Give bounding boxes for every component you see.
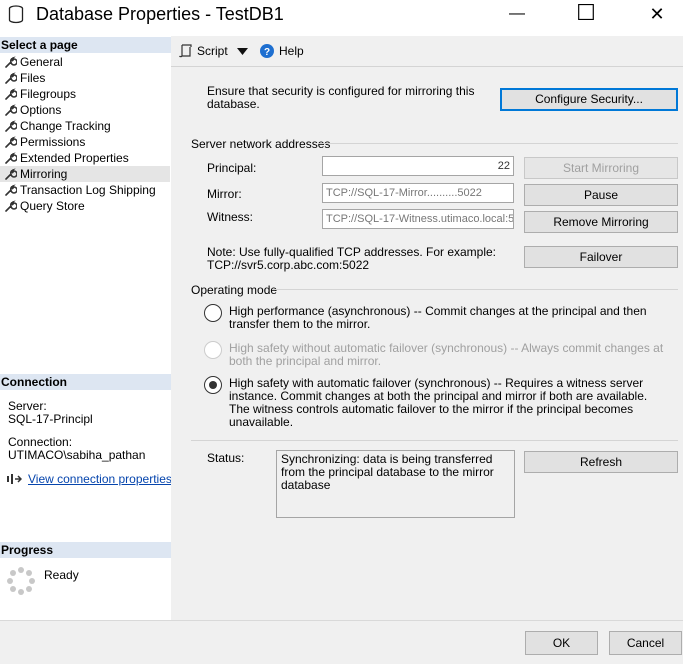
page-item-mirroring[interactable]: Mirroring: [0, 166, 170, 182]
page-item-query-store[interactable]: Query Store: [0, 198, 170, 214]
script-button[interactable]: Script: [197, 44, 228, 58]
status-label: Status:: [207, 451, 245, 465]
page-item-files[interactable]: Files: [0, 70, 170, 86]
page-item-permissions[interactable]: Permissions: [0, 134, 170, 150]
witness-field[interactable]: TCP://SQL-17-Witness.utimaco.local:5022: [322, 209, 514, 229]
wrench-icon: [5, 168, 17, 180]
page-item-general[interactable]: General: [0, 54, 170, 70]
operating-mode-radio-2[interactable]: [204, 341, 222, 359]
wrench-icon: [5, 200, 17, 212]
page-item-label: Permissions: [20, 135, 86, 149]
help-icon[interactable]: ?: [260, 44, 274, 58]
window-title: Database Properties - TestDB1: [36, 4, 284, 24]
tcp-note-line2: TCP://svr5.corp.abc.com:5022: [207, 258, 370, 272]
operating-mode-radio-3[interactable]: [204, 376, 222, 394]
principal-field[interactable]: 22: [322, 156, 514, 176]
mirror-label: Mirror:: [207, 187, 242, 201]
configure-security-button[interactable]: Configure Security...: [500, 88, 678, 111]
server-value: SQL-17-Principl: [8, 412, 93, 426]
pause-button[interactable]: Pause: [524, 184, 678, 206]
page-item-change-tracking[interactable]: Change Tracking: [0, 118, 170, 134]
progress-status: Ready: [44, 568, 79, 582]
server-network-addresses-heading: Server network addresses: [191, 137, 331, 151]
wrench-icon: [5, 56, 17, 68]
refresh-button[interactable]: Refresh: [524, 451, 678, 473]
select-page-header: Select a page: [0, 37, 171, 53]
page-item-extended-properties[interactable]: Extended Properties: [0, 150, 170, 166]
page-item-transaction-log-shipping[interactable]: Transaction Log Shipping: [0, 182, 170, 198]
page-item-label: Filegroups: [20, 87, 77, 101]
page-item-filegroups[interactable]: Filegroups: [0, 86, 170, 102]
svg-text:?: ?: [264, 47, 270, 58]
witness-label: Witness:: [207, 210, 254, 224]
page-item-label: General: [20, 55, 63, 69]
progress-header: Progress: [0, 542, 171, 558]
operating-mode-radio-1[interactable]: [204, 304, 222, 322]
database-icon: [8, 5, 24, 24]
maximize-button[interactable]: ☐: [563, 0, 609, 30]
divider: [191, 440, 678, 441]
close-button[interactable]: ✕: [634, 0, 680, 30]
page-item-label: Change Tracking: [20, 119, 111, 133]
connection-header: Connection: [0, 374, 171, 390]
divider: [272, 289, 678, 290]
script-dropdown-icon[interactable]: [237, 48, 248, 55]
minimize-button[interactable]: —: [494, 0, 540, 30]
wrench-icon: [5, 72, 17, 84]
page-item-label: Files: [20, 71, 46, 85]
operating-mode-heading: Operating mode: [191, 283, 278, 297]
ok-button[interactable]: OK: [525, 631, 598, 655]
page-item-label: Options: [20, 103, 62, 117]
operating-mode-label-3: High safety with automatic failover (syn…: [229, 376, 648, 429]
wrench-icon: [5, 152, 17, 164]
remove-mirroring-button[interactable]: Remove Mirroring: [524, 211, 678, 233]
wrench-icon: [5, 120, 17, 132]
wrench-icon: [5, 184, 17, 196]
connection-value: UTIMACO\sabiha_pathan: [8, 448, 146, 462]
page-item-label: Extended Properties: [20, 151, 129, 165]
wrench-icon: [5, 104, 17, 116]
script-icon[interactable]: [179, 44, 193, 58]
help-button[interactable]: Help: [279, 44, 304, 58]
wrench-icon: [5, 136, 17, 148]
principal-label: Principal:: [207, 161, 257, 175]
page-item-label: Query Store: [20, 199, 85, 213]
page-item-label: Mirroring: [20, 167, 68, 181]
cancel-button[interactable]: Cancel: [609, 631, 682, 655]
start-mirroring-button[interactable]: Start Mirroring: [524, 157, 678, 179]
operating-mode-label-2: High safety without automatic failover (…: [229, 341, 664, 368]
page-item-options[interactable]: Options: [0, 102, 170, 118]
divider: [318, 143, 678, 144]
page-item-label: Transaction Log Shipping: [20, 183, 156, 197]
status-text: Synchronizing: data is being transferred…: [276, 450, 515, 518]
failover-button[interactable]: Failover: [524, 246, 678, 268]
security-note: Ensure that security is configured for m…: [207, 84, 475, 111]
radio-selected-dot: [209, 381, 217, 389]
wrench-icon: [5, 88, 17, 100]
mirror-field[interactable]: TCP://SQL-17-Mirror..........5022: [322, 183, 514, 203]
progress-spinner-icon: [7, 567, 35, 595]
operating-mode-label-1: High performance (asynchronous) -- Commi…: [229, 304, 647, 331]
view-connection-properties-link[interactable]: View connection properties: [28, 472, 172, 486]
connection-properties-icon: [7, 474, 22, 484]
